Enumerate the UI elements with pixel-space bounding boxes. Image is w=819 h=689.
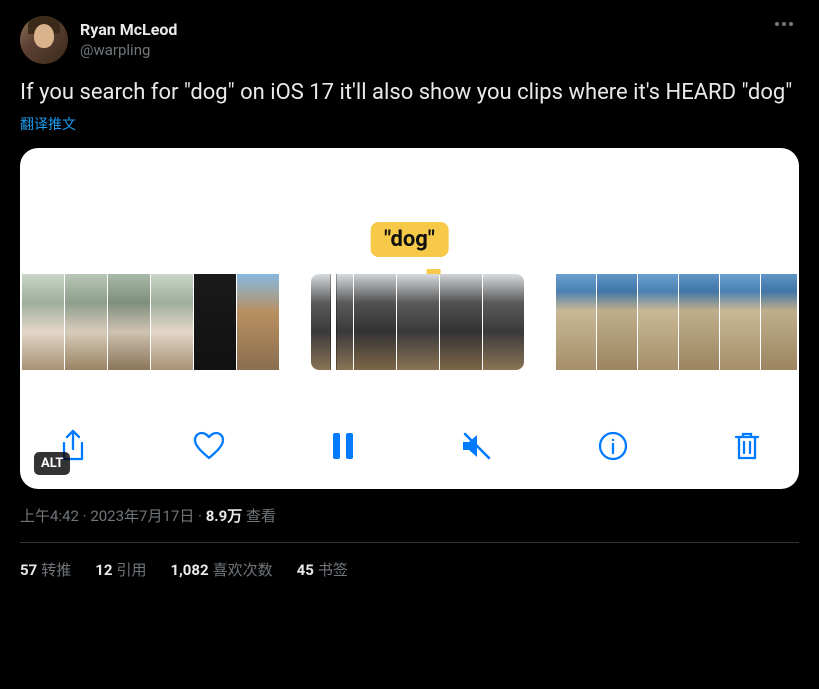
tweet-time[interactable]: 上午4:42 xyxy=(20,507,79,525)
timeline-thumb[interactable] xyxy=(22,274,64,370)
timeline-thumb[interactable] xyxy=(483,274,524,370)
user-meta: Ryan McLeod @warpling xyxy=(80,20,177,60)
clip-group-2[interactable] xyxy=(311,274,524,370)
timeline-thumb[interactable] xyxy=(720,274,760,370)
search-term-bubble: "dog" xyxy=(370,222,449,257)
tweet-date[interactable]: 2023年7月17日 xyxy=(90,507,194,525)
translate-link[interactable]: 翻译推文 xyxy=(20,114,76,134)
playhead[interactable] xyxy=(331,274,336,370)
timeline-thumb[interactable] xyxy=(397,274,439,370)
timeline-thumb[interactable] xyxy=(65,274,107,370)
timeline-thumb[interactable] xyxy=(597,274,637,370)
timeline-thumb[interactable] xyxy=(151,274,193,370)
display-name[interactable]: Ryan McLeod xyxy=(80,20,177,41)
info-icon[interactable] xyxy=(597,430,629,462)
quotes-stat[interactable]: 12引用 xyxy=(95,559,146,580)
timeline-thumb[interactable] xyxy=(556,274,596,370)
bookmarks-stat[interactable]: 45书签 xyxy=(297,559,348,580)
timeline-thumb[interactable] xyxy=(194,274,236,370)
media-toolbar xyxy=(20,429,799,463)
tweet-meta: 上午4:42 · 2023年7月17日 · 8.9万 查看 xyxy=(20,505,799,543)
pause-icon[interactable] xyxy=(330,431,356,461)
stats-row: 57转推 12引用 1,082喜欢次数 45书签 xyxy=(20,559,799,580)
tweet-container: Ryan McLeod @warpling If you search for … xyxy=(0,0,819,596)
media-card[interactable]: "dog" xyxy=(20,148,799,489)
clip-group-3[interactable] xyxy=(556,274,797,370)
alt-badge[interactable]: ALT xyxy=(34,452,70,475)
more-icon[interactable] xyxy=(769,16,799,32)
timeline-thumb[interactable] xyxy=(237,274,279,370)
retweets-stat[interactable]: 57转推 xyxy=(20,559,71,580)
trash-icon[interactable] xyxy=(733,430,761,462)
user-handle[interactable]: @warpling xyxy=(80,41,177,61)
tweet-text: If you search for "dog" on iOS 17 it'll … xyxy=(20,78,799,108)
heart-icon[interactable] xyxy=(192,431,226,461)
timeline-thumb[interactable] xyxy=(440,274,482,370)
timeline-thumb[interactable] xyxy=(354,274,396,370)
tweet-header: Ryan McLeod @warpling xyxy=(20,16,799,64)
timeline-thumb[interactable] xyxy=(679,274,719,370)
clip-group-1[interactable] xyxy=(22,274,279,370)
views-count[interactable]: 8.9万 xyxy=(206,507,243,525)
video-timeline[interactable] xyxy=(20,274,799,370)
timeline-thumb[interactable] xyxy=(761,274,797,370)
views-label: 查看 xyxy=(242,507,276,525)
user-row[interactable]: Ryan McLeod @warpling xyxy=(20,16,177,64)
mute-icon[interactable] xyxy=(459,431,493,461)
timeline-thumb[interactable] xyxy=(108,274,150,370)
timeline-thumb[interactable] xyxy=(638,274,678,370)
likes-stat[interactable]: 1,082喜欢次数 xyxy=(170,559,272,580)
avatar[interactable] xyxy=(20,16,68,64)
search-bubble-wrap: "dog" xyxy=(370,222,449,275)
